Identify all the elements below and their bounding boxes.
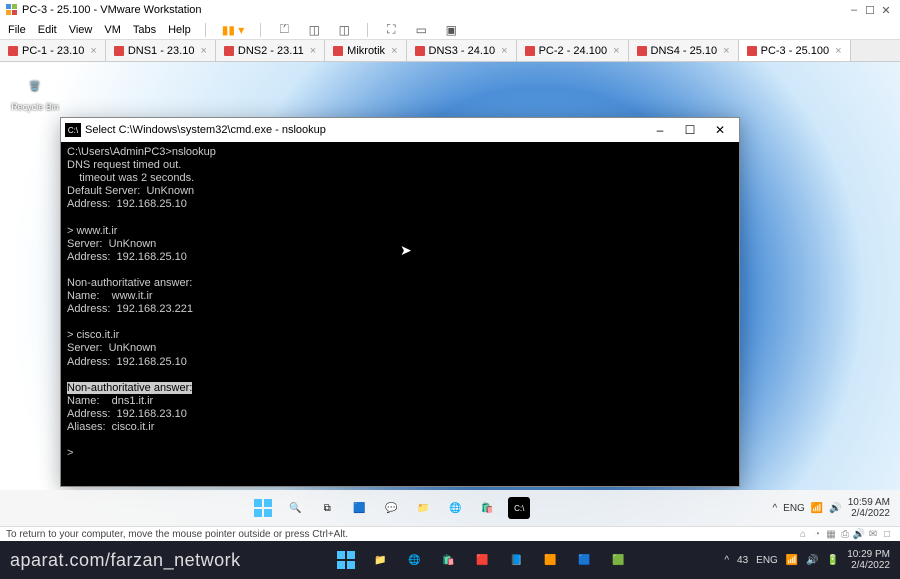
- vm-tabbar: PC-1 - 23.10× DNS1 - 23.10× DNS2 - 23.11…: [0, 40, 900, 62]
- menu-view[interactable]: View: [69, 24, 93, 36]
- cmd-window: C:\ Select C:\Windows\system32\cmd.exe -…: [60, 117, 740, 487]
- host-app-icon[interactable]: 🟦: [572, 548, 596, 572]
- cmd-taskbar-icon[interactable]: C:\: [508, 497, 530, 519]
- snapshot-icon[interactable]: ◫: [305, 21, 323, 39]
- host-explorer-icon[interactable]: 📁: [368, 548, 392, 572]
- cmd-titlebar[interactable]: C:\ Select C:\Windows\system32\cmd.exe -…: [61, 118, 739, 142]
- device-icon[interactable]: 🔊: [852, 529, 866, 540]
- cmd-icon: C:\: [65, 123, 81, 137]
- recycle-bin-icon: 🗑️: [21, 72, 49, 100]
- snapshot-manager-icon[interactable]: ◫: [335, 21, 353, 39]
- console-icon[interactable]: ▣: [442, 21, 460, 39]
- menu-tabs[interactable]: Tabs: [133, 24, 156, 36]
- cmd-minimize-button[interactable]: –: [645, 123, 675, 137]
- chevron-up-icon[interactable]: ^: [772, 503, 777, 514]
- minimize-button[interactable]: –: [846, 4, 862, 16]
- tab-pc2[interactable]: PC-2 - 24.100×: [517, 40, 629, 61]
- host-volume-icon[interactable]: 🔊: [806, 555, 818, 566]
- tab-dns2[interactable]: DNS2 - 23.11×: [216, 40, 325, 61]
- unity-icon[interactable]: ▭: [412, 21, 430, 39]
- close-icon[interactable]: ×: [613, 45, 619, 57]
- device-icon[interactable]: ⌂: [796, 529, 810, 540]
- taskview-icon[interactable]: ⧉: [316, 497, 338, 519]
- host-lang-indicator[interactable]: ENG: [756, 555, 778, 566]
- widgets-icon[interactable]: 🟦: [348, 497, 370, 519]
- cmd-close-button[interactable]: ✕: [705, 123, 735, 137]
- device-icon[interactable]: □: [880, 529, 894, 540]
- device-icon[interactable]: ✉: [866, 529, 880, 540]
- recycle-bin[interactable]: 🗑️ Recycle Bin: [10, 72, 60, 112]
- cmd-maximize-button[interactable]: ☐: [675, 123, 705, 137]
- menu-help[interactable]: Help: [168, 24, 191, 36]
- menu-file[interactable]: File: [8, 24, 26, 36]
- device-icon[interactable]: ⎙: [838, 529, 852, 540]
- host-battery-icon[interactable]: 🔋: [827, 555, 839, 566]
- close-icon[interactable]: ×: [723, 45, 729, 57]
- close-icon[interactable]: ×: [391, 45, 397, 57]
- chevron-up-icon[interactable]: ^: [724, 555, 729, 566]
- chat-icon[interactable]: 💬: [380, 497, 402, 519]
- cmd-title-text: Select C:\Windows\system32\cmd.exe - nsl…: [85, 124, 326, 136]
- vmware-logo-icon: [6, 4, 18, 16]
- menubar: File Edit View VM Tabs Help ▮▮ ▾ ⏍ ◫ ◫ ⛶…: [0, 20, 900, 40]
- tab-dns4[interactable]: DNS4 - 25.10×: [629, 40, 739, 61]
- host-app-icon[interactable]: 📘: [504, 548, 528, 572]
- edge-icon[interactable]: 🌐: [444, 497, 466, 519]
- close-icon[interactable]: ×: [90, 45, 96, 57]
- close-icon[interactable]: ×: [835, 45, 841, 57]
- tab-pc1[interactable]: PC-1 - 23.10×: [0, 40, 106, 61]
- guest-clock[interactable]: 10:59 AM 2/4/2022: [848, 497, 890, 519]
- device-icon[interactable]: ▦: [824, 529, 838, 540]
- tab-mikrotik[interactable]: Mikrotik×: [325, 40, 406, 61]
- wifi-icon[interactable]: 📶: [811, 503, 823, 514]
- guest-tray: ^ ENG 📶 🔊 10:59 AM 2/4/2022: [772, 497, 890, 519]
- tab-dns1[interactable]: DNS1 - 23.10×: [106, 40, 216, 61]
- fullscreen-icon[interactable]: ⛶: [382, 21, 400, 39]
- host-vmware-icon[interactable]: 🟧: [538, 548, 562, 572]
- host-app-icon[interactable]: 🟩: [606, 548, 630, 572]
- explorer-icon[interactable]: 📁: [412, 497, 434, 519]
- host-start-button[interactable]: [334, 548, 358, 572]
- host-app-icon[interactable]: 🟥: [470, 548, 494, 572]
- menu-vm[interactable]: VM: [104, 24, 121, 36]
- guest-taskbar: 🔍 ⧉ 🟦 💬 📁 🌐 🛍️ C:\ ^ ENG 📶 🔊 10:59 AM 2/…: [0, 490, 900, 526]
- store-icon[interactable]: 🛍️: [476, 497, 498, 519]
- close-icon[interactable]: ×: [200, 45, 206, 57]
- start-button[interactable]: [252, 497, 274, 519]
- host-edge-icon[interactable]: 🌐: [402, 548, 426, 572]
- vmware-hint: To return to your computer, move the mou…: [0, 526, 900, 541]
- send-ctrlaltdel-icon[interactable]: ⏍: [275, 21, 293, 39]
- search-icon[interactable]: 🔍: [284, 497, 306, 519]
- menu-edit[interactable]: Edit: [38, 24, 57, 36]
- host-vol-indicator[interactable]: 43: [737, 555, 748, 566]
- vmware-title-text: PC-3 - 25.100 - VMware Workstation: [22, 4, 202, 16]
- host-tray: ^ 43 ENG 📶 🔊 🔋 10:29 PM 2/4/2022: [724, 549, 890, 571]
- lang-indicator[interactable]: ENG: [783, 503, 805, 514]
- host-clock[interactable]: 10:29 PM 2/4/2022: [847, 549, 890, 571]
- close-icon[interactable]: ×: [310, 45, 316, 57]
- close-icon[interactable]: ×: [501, 45, 507, 57]
- host-store-icon[interactable]: 🛍️: [436, 548, 460, 572]
- close-button[interactable]: ✕: [878, 4, 894, 17]
- host-taskbar: aparat.com/farzan_network 📁 🌐 🛍️ 🟥 📘 🟧 🟦…: [0, 541, 900, 579]
- tab-pc3[interactable]: PC-3 - 25.100×: [739, 40, 851, 61]
- cmd-output[interactable]: C:\Users\AdminPC3>nslookup DNS request t…: [61, 142, 739, 486]
- device-icon[interactable]: ◔: [810, 529, 824, 540]
- volume-icon[interactable]: 🔊: [829, 503, 841, 514]
- host-wifi-icon[interactable]: 📶: [786, 555, 798, 566]
- vmware-titlebar: PC-3 - 25.100 - VMware Workstation – ☐ ✕: [0, 0, 900, 20]
- guest-desktop: 🗑️ Recycle Bin C:\ Select C:\Windows\sys…: [0, 62, 900, 526]
- watermark-text: aparat.com/farzan_network: [10, 550, 241, 571]
- pause-button[interactable]: ▮▮ ▾: [222, 23, 245, 37]
- maximize-button[interactable]: ☐: [862, 4, 878, 17]
- tab-dns3[interactable]: DNS3 - 24.10×: [407, 40, 517, 61]
